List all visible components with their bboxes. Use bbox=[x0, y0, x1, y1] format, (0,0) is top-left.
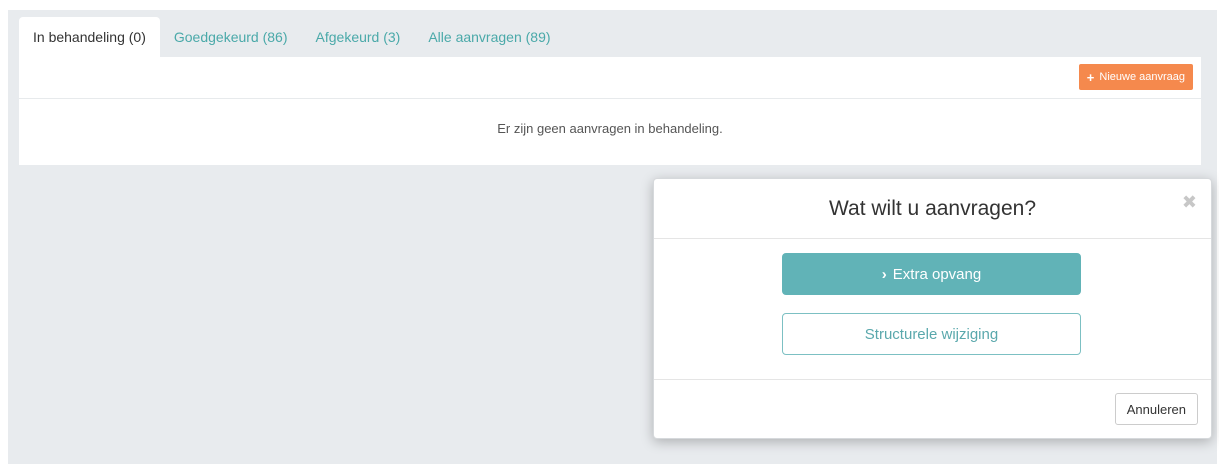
modal-body: › Extra opvang Structurele wijziging bbox=[654, 239, 1211, 379]
structurele-wijziging-button[interactable]: Structurele wijziging bbox=[782, 313, 1081, 355]
new-request-label: Nieuwe aanvraag bbox=[1099, 71, 1185, 83]
requests-panel: + Nieuwe aanvraag Er zijn geen aanvragen… bbox=[19, 57, 1201, 165]
plus-icon: + bbox=[1086, 69, 1095, 85]
modal-title: Wat wilt u aanvragen? bbox=[829, 197, 1036, 220]
tab-goedgekeurd[interactable]: Goedgekeurd (86) bbox=[160, 17, 302, 57]
new-request-button[interactable]: + Nieuwe aanvraag bbox=[1078, 64, 1193, 90]
tab-alle-aanvragen[interactable]: Alle aanvragen (89) bbox=[414, 17, 564, 57]
extra-opvang-label: Extra opvang bbox=[892, 265, 982, 283]
panel-toolbar: + Nieuwe aanvraag bbox=[19, 57, 1201, 99]
chevron-right-icon: › bbox=[881, 265, 887, 283]
empty-state-message: Er zijn geen aanvragen in behandeling. bbox=[497, 121, 723, 136]
modal-footer: Annuleren bbox=[654, 379, 1211, 438]
extra-opvang-button[interactable]: › Extra opvang bbox=[782, 253, 1081, 295]
status-tabs: In behandeling (0) Goedgekeurd (86) Afge… bbox=[19, 17, 565, 57]
modal-header: Wat wilt u aanvragen? ✖ bbox=[654, 179, 1211, 239]
cancel-button[interactable]: Annuleren bbox=[1114, 393, 1198, 425]
close-icon[interactable]: ✖ bbox=[1182, 193, 1197, 211]
tab-in-behandeling[interactable]: In behandeling (0) bbox=[19, 17, 160, 57]
structurele-wijziging-label: Structurele wijziging bbox=[864, 325, 999, 343]
request-type-modal: Wat wilt u aanvragen? ✖ › Extra opvang S… bbox=[653, 178, 1212, 439]
tab-afgekeurd[interactable]: Afgekeurd (3) bbox=[302, 17, 415, 57]
